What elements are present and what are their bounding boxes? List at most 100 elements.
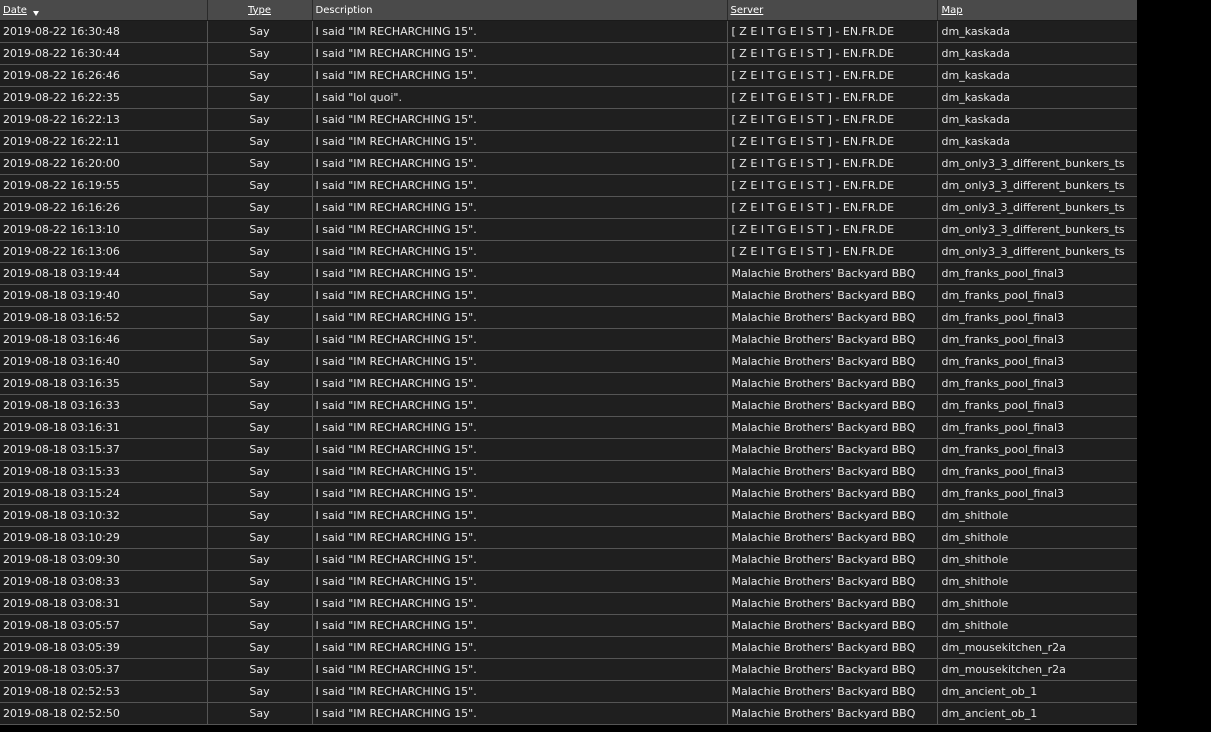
cell-server: [ Z E I T G E I S T ] - EN.FR.DE <box>727 174 938 197</box>
table-row: 2019-08-18 03:10:29 Say I said "IM RECHARC… <box>0 526 1137 549</box>
cell-map: dm_only3_3_different_bunkers_ts <box>937 196 1137 219</box>
cell-server: Malachie Brothers' Backyard BBQ <box>727 614 938 637</box>
cell-date: 2019-08-18 03:16:31 <box>0 416 208 439</box>
cell-map: dm_franks_pool_final3 <box>937 394 1137 417</box>
cell-description: I said "IM RECHARCHING 15". <box>312 680 728 703</box>
cell-server: Malachie Brothers' Backyard BBQ <box>727 526 938 549</box>
cell-server: Malachie Brothers' Backyard BBQ <box>727 328 938 351</box>
event-log-table: Date Type Description Server Map 2019-08… <box>0 0 1137 725</box>
cell-date: 2019-08-18 03:08:33 <box>0 570 208 593</box>
cell-map: dm_shithole <box>937 548 1137 571</box>
cell-description: I said "IM RECHARCHING 15". <box>312 372 728 395</box>
table-header-row: Date Type Description Server Map <box>0 0 1137 21</box>
table-row: 2019-08-18 03:16:40 Say I said "IM RECHARC… <box>0 350 1137 373</box>
cell-description: I said "IM RECHARCHING 15". <box>312 658 728 681</box>
table-row: 2019-08-18 03:05:37 Say I said "IM RECHARC… <box>0 658 1137 681</box>
cell-type: Say <box>207 218 313 241</box>
cell-description: I said "IM RECHARCHING 15". <box>312 152 728 175</box>
cell-type: Say <box>207 174 313 197</box>
cell-map: dm_shithole <box>937 592 1137 615</box>
table-row: 2019-08-18 03:16:46 Say I said "IM RECHARC… <box>0 328 1137 351</box>
table-row: 2019-08-22 16:30:48 Say I said "IM RECHARC… <box>0 20 1137 43</box>
column-header-map[interactable]: Map <box>937 0 1137 21</box>
cell-map: dm_shithole <box>937 504 1137 527</box>
cell-map: dm_ancient_ob_1 <box>937 702 1137 725</box>
cell-server: [ Z E I T G E I S T ] - EN.FR.DE <box>727 152 938 175</box>
cell-type: Say <box>207 86 313 109</box>
cell-type: Say <box>207 548 313 571</box>
table-row: 2019-08-18 03:09:30 Say I said "IM RECHARC… <box>0 548 1137 571</box>
cell-description: I said "IM RECHARCHING 15". <box>312 636 728 659</box>
cell-date: 2019-08-18 02:52:53 <box>0 680 208 703</box>
cell-type: Say <box>207 262 313 285</box>
cell-type: Say <box>207 328 313 351</box>
cell-server: Malachie Brothers' Backyard BBQ <box>727 504 938 527</box>
cell-date: 2019-08-18 03:05:37 <box>0 658 208 681</box>
cell-map: dm_franks_pool_final3 <box>937 350 1137 373</box>
cell-map: dm_shithole <box>937 614 1137 637</box>
column-header-date[interactable]: Date <box>0 0 208 21</box>
cell-server: Malachie Brothers' Backyard BBQ <box>727 592 938 615</box>
table-row: 2019-08-18 03:08:33 Say I said "IM RECHARC… <box>0 570 1137 593</box>
column-header-server[interactable]: Server <box>727 0 938 21</box>
sort-descending-icon <box>32 10 39 16</box>
cell-date: 2019-08-18 03:16:52 <box>0 306 208 329</box>
cell-map: dm_franks_pool_final3 <box>937 284 1137 307</box>
cell-date: 2019-08-18 03:15:37 <box>0 438 208 461</box>
cell-description: I said "IM RECHARCHING 15". <box>312 328 728 351</box>
table-row: 2019-08-22 16:22:11 Say I said "IM RECHARC… <box>0 130 1137 153</box>
table-row: 2019-08-18 02:52:53 Say I said "IM RECHARC… <box>0 680 1137 703</box>
cell-map: dm_kaskada <box>937 20 1137 43</box>
cell-server: Malachie Brothers' Backyard BBQ <box>727 416 938 439</box>
cell-map: dm_kaskada <box>937 86 1137 109</box>
table-row: 2019-08-18 03:05:39 Say I said "IM RECHARC… <box>0 636 1137 659</box>
cell-description: I said "IM RECHARCHING 15". <box>312 438 728 461</box>
cell-server: Malachie Brothers' Backyard BBQ <box>727 482 938 505</box>
cell-description: I said "IM RECHARCHING 15". <box>312 570 728 593</box>
cell-date: 2019-08-22 16:20:00 <box>0 152 208 175</box>
cell-map: dm_kaskada <box>937 108 1137 131</box>
sort-date-link[interactable]: Date <box>3 5 27 16</box>
cell-type: Say <box>207 372 313 395</box>
cell-description: I said "IM RECHARCHING 15". <box>312 306 728 329</box>
cell-server: [ Z E I T G E I S T ] - EN.FR.DE <box>727 20 938 43</box>
table-row: 2019-08-18 03:05:57 Say I said "IM RECHARC… <box>0 614 1137 637</box>
cell-type: Say <box>207 130 313 153</box>
cell-date: 2019-08-22 16:22:11 <box>0 130 208 153</box>
cell-server: Malachie Brothers' Backyard BBQ <box>727 306 938 329</box>
cell-description: I said "IM RECHARCHING 15". <box>312 548 728 571</box>
cell-map: dm_franks_pool_final3 <box>937 460 1137 483</box>
cell-map: dm_only3_3_different_bunkers_ts <box>937 240 1137 263</box>
cell-map: dm_franks_pool_final3 <box>937 482 1137 505</box>
cell-date: 2019-08-22 16:13:10 <box>0 218 208 241</box>
cell-type: Say <box>207 306 313 329</box>
cell-description: I said "IM RECHARCHING 15". <box>312 108 728 131</box>
cell-type: Say <box>207 416 313 439</box>
cell-date: 2019-08-22 16:16:26 <box>0 196 208 219</box>
cell-date: 2019-08-22 16:22:13 <box>0 108 208 131</box>
cell-description: I said "IM RECHARCHING 15". <box>312 702 728 725</box>
cell-description: I said "IM RECHARCHING 15". <box>312 592 728 615</box>
cell-server: [ Z E I T G E I S T ] - EN.FR.DE <box>727 108 938 131</box>
cell-server: [ Z E I T G E I S T ] - EN.FR.DE <box>727 42 938 65</box>
cell-map: dm_franks_pool_final3 <box>937 328 1137 351</box>
cell-server: [ Z E I T G E I S T ] - EN.FR.DE <box>727 86 938 109</box>
sort-map-link[interactable]: Map <box>942 5 963 16</box>
sort-type-link[interactable]: Type <box>248 5 271 16</box>
sort-server-link[interactable]: Server <box>731 5 764 16</box>
cell-type: Say <box>207 658 313 681</box>
table-row: 2019-08-18 03:08:31 Say I said "IM RECHARC… <box>0 592 1137 615</box>
cell-description: I said "IM RECHARCHING 15". <box>312 262 728 285</box>
cell-date: 2019-08-22 16:19:55 <box>0 174 208 197</box>
cell-description: I said "lol quoi". <box>312 86 728 109</box>
cell-date: 2019-08-18 03:16:40 <box>0 350 208 373</box>
table-row: 2019-08-22 16:30:44 Say I said "IM RECHARC… <box>0 42 1137 65</box>
cell-date: 2019-08-18 03:16:33 <box>0 394 208 417</box>
cell-map: dm_shithole <box>937 570 1137 593</box>
table-row: 2019-08-22 16:13:06 Say I said "IM RECHARC… <box>0 240 1137 263</box>
column-header-type[interactable]: Type <box>207 0 313 21</box>
cell-date: 2019-08-18 03:10:32 <box>0 504 208 527</box>
cell-type: Say <box>207 460 313 483</box>
cell-map: dm_kaskada <box>937 42 1137 65</box>
cell-type: Say <box>207 482 313 505</box>
